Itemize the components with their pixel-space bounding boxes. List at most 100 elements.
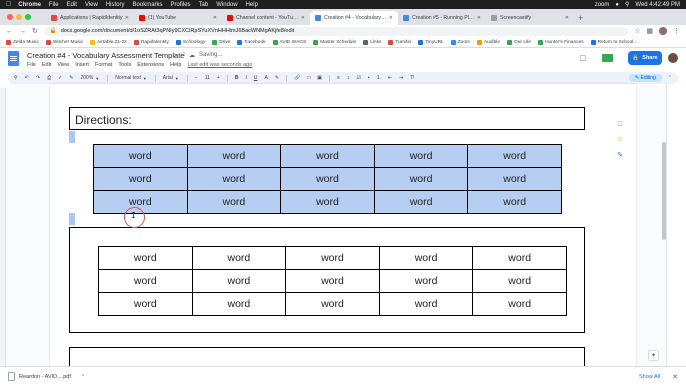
table-cell[interactable]: word	[472, 246, 567, 270]
table-cell[interactable]: word	[467, 144, 562, 168]
show-all-downloads-link[interactable]: Show All	[639, 374, 660, 380]
download-item[interactable]: Reardon - AVID....pdf ⌃	[8, 372, 85, 381]
bookmark-turnitin[interactable]: Turnitin	[388, 39, 411, 45]
bookmark-zelda-music[interactable]: Zelda Music	[6, 39, 39, 45]
docs-menu-tools[interactable]: Tools	[118, 62, 131, 68]
bulleted-list-icon[interactable]: •	[368, 75, 370, 81]
zoom-status-label[interactable]: zoom	[595, 2, 610, 8]
bookmark-hunters-finances[interactable]: Hunter's Finances	[538, 39, 584, 45]
table-cell[interactable]: word	[472, 269, 567, 293]
table-cell[interactable]: word	[472, 292, 567, 316]
bookmark-star-icon[interactable]: ☆	[634, 27, 640, 35]
line-spacing-icon[interactable]: ↕	[347, 75, 350, 81]
menu-edit[interactable]: Edit	[67, 2, 77, 8]
reload-icon[interactable]: ↻	[32, 27, 38, 35]
tab-applications[interactable]: Applications | RapidIdentity ✕	[46, 11, 134, 25]
menu-file[interactable]: File	[49, 2, 59, 8]
search-icon[interactable]: ⚲	[625, 1, 629, 8]
docs-menu-format[interactable]: Format	[95, 62, 112, 68]
forward-icon[interactable]: →	[19, 28, 26, 35]
docs-menu-edit[interactable]: Edit	[42, 62, 51, 68]
tab-youtube[interactable]: (1) YouTube ✕	[134, 11, 222, 25]
paragraph-style-select[interactable]: Normal text ▼	[115, 75, 147, 81]
bookmark-witcher-music[interactable]: Witcher Music	[45, 39, 83, 45]
spellcheck-icon[interactable]: ✓	[58, 75, 62, 81]
menu-view[interactable]: View	[85, 2, 98, 8]
tab-creation-5[interactable]: Creation #5 - Running Plannin... ✕	[398, 11, 486, 25]
tab-creation-4[interactable]: Creation #4 - Vocabulary Asse... ✕	[310, 11, 398, 25]
table-cell[interactable]: word	[467, 190, 562, 214]
close-window-button[interactable]	[7, 14, 13, 20]
numbered-list-icon[interactable]: 1.	[377, 75, 381, 81]
table-cell[interactable]: word	[373, 167, 469, 191]
apple-icon[interactable]: 	[6, 1, 11, 8]
tab-close-icon[interactable]: ✕	[301, 15, 305, 21]
bold-icon[interactable]: B	[235, 75, 239, 81]
chevron-up-icon[interactable]: ⌃	[81, 374, 85, 380]
search-menus-icon[interactable]: ⚲	[14, 75, 18, 81]
tab-youtube-studio[interactable]: Channel content - YouTube St... ✕	[222, 11, 310, 25]
bookmark-avid-wags[interactable]: AVID WAGS	[272, 39, 306, 45]
paint-format-icon[interactable]: ✎	[69, 75, 73, 81]
tab-close-icon[interactable]: ✕	[477, 15, 481, 21]
table-cell[interactable]: word	[378, 269, 474, 293]
font-select[interactable]: Arial ▼	[163, 75, 179, 81]
align-icon[interactable]: ≡	[337, 75, 340, 81]
docs-menu-extensions[interactable]: Extensions	[137, 62, 164, 68]
directions-box[interactable]: Directions:	[69, 107, 585, 130]
decrease-font-size-icon[interactable]: −	[195, 75, 198, 81]
table-cell[interactable]: word	[98, 246, 193, 270]
tab-close-icon[interactable]: ✕	[125, 15, 129, 21]
table-cell[interactable]: word	[98, 269, 193, 293]
docs-menu-help[interactable]: Help	[170, 62, 181, 68]
collapse-menus-icon[interactable]: ⌃	[668, 75, 672, 81]
bookmark-audible[interactable]: Audible	[476, 39, 500, 45]
bookmark-tinyurl[interactable]: TinyURL	[418, 39, 444, 45]
back-icon[interactable]: ←	[6, 28, 13, 35]
redo-icon[interactable]: ↷	[36, 75, 40, 81]
document-title[interactable]: Creation #4 - Vocabulary Assessment Temp…	[27, 51, 184, 60]
bookmark-airtable[interactable]: Airtable 21-22	[89, 39, 127, 45]
tab-screencastify[interactable]: Screencastify ✕	[486, 11, 574, 25]
star-icon[interactable]: ☆	[172, 52, 177, 59]
insert-link-icon[interactable]: 🔗	[294, 75, 300, 81]
menu-tab[interactable]: Tab	[199, 2, 209, 8]
vocabulary-table[interactable]: word word word word word word word word …	[98, 246, 567, 316]
bookmark-links[interactable]: Links	[363, 39, 381, 45]
vertical-ruler[interactable]	[0, 88, 6, 366]
menu-window[interactable]: Window	[216, 2, 237, 8]
undo-icon[interactable]: ↶	[25, 75, 29, 81]
bookmark-our-life[interactable]: Our Life	[507, 39, 531, 45]
zoom-select[interactable]: 200% ▼	[81, 75, 100, 81]
table-cell[interactable]: word	[186, 167, 282, 191]
move-folder-icon[interactable]: □	[181, 52, 185, 59]
print-icon[interactable]: ⎙	[47, 75, 51, 81]
clear-formatting-icon[interactable]: T̸	[410, 75, 413, 81]
table-cell[interactable]: word	[285, 269, 380, 293]
table-cell[interactable]: word	[467, 167, 562, 191]
url-input[interactable]: 🔒 docs.google.com/document/d/1oSZRAt3qPN…	[43, 26, 629, 36]
tab-close-icon[interactable]: ✕	[389, 15, 393, 21]
more-menu-icon[interactable]: ⋮	[673, 27, 680, 35]
increase-indent-icon[interactable]: ⇥	[399, 75, 403, 81]
meet-camera-icon[interactable]	[602, 54, 613, 62]
docs-menu-insert[interactable]: Insert	[75, 62, 89, 68]
minimize-window-button[interactable]	[16, 14, 22, 20]
zoom-window-button[interactable]	[25, 14, 31, 20]
menu-history[interactable]: History	[106, 2, 125, 8]
table-cell[interactable]: word	[285, 292, 380, 316]
google-docs-logo-icon[interactable]	[8, 51, 19, 66]
table-cell[interactable]: word	[186, 144, 282, 168]
menu-bookmarks[interactable]: Bookmarks	[133, 2, 163, 8]
table-cell[interactable]: word	[280, 167, 375, 191]
tab-close-icon[interactable]: ✕	[213, 15, 217, 21]
insert-image-icon[interactable]: ▣	[317, 75, 322, 81]
bookmark-rapididentity[interactable]: RapidIdentity	[133, 39, 169, 45]
table-cell[interactable]: word	[373, 144, 469, 168]
menu-profiles[interactable]: Profiles	[171, 2, 191, 8]
table-cell[interactable]: word	[186, 190, 282, 214]
wifi-icon[interactable]: ●	[615, 2, 619, 8]
explore-icon[interactable]: ✦	[648, 350, 659, 361]
bookmark-return-to-school[interactable]: Return to School...	[590, 39, 637, 45]
table-cell[interactable]: word	[93, 167, 188, 191]
